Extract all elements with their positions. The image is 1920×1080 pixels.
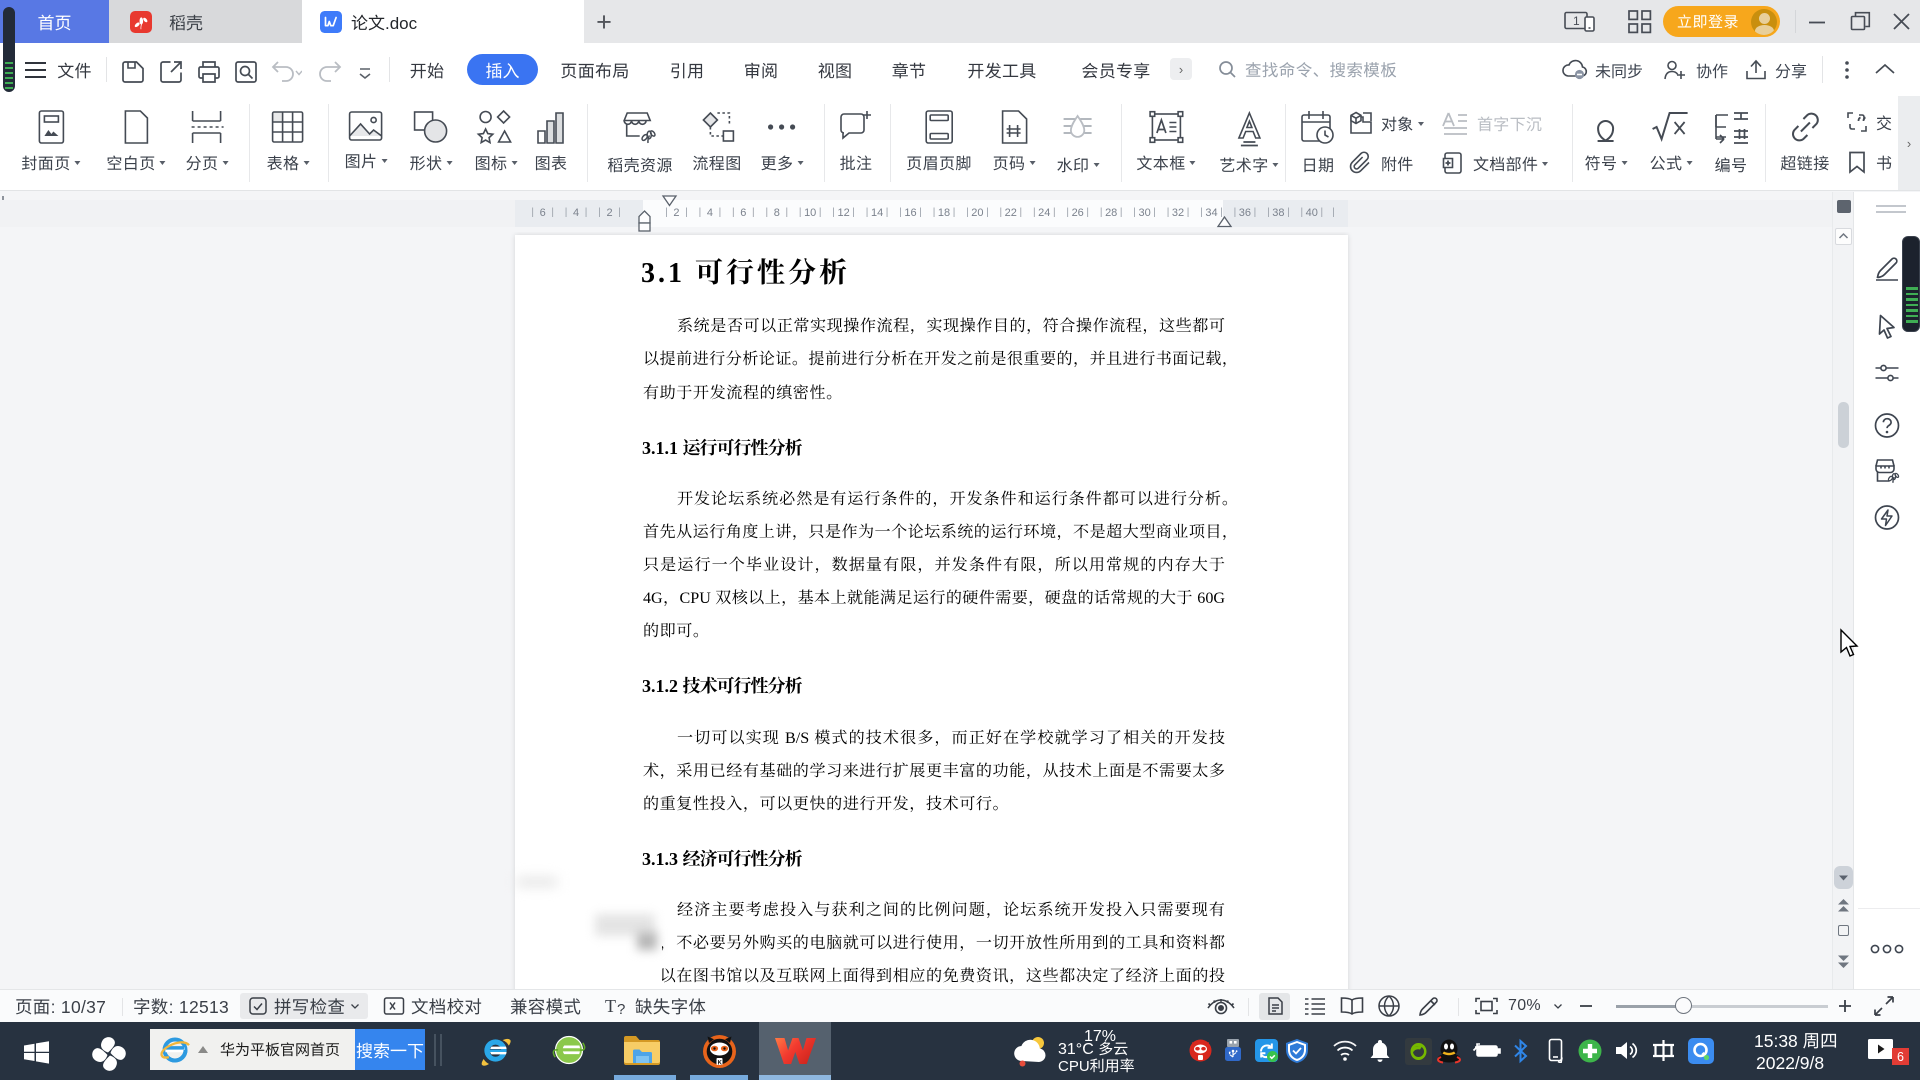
svg-text:1: 1 bbox=[1573, 14, 1580, 28]
svg-text:K: K bbox=[718, 1061, 723, 1067]
svg-text:?: ? bbox=[617, 1001, 626, 1017]
svg-text:T: T bbox=[605, 996, 616, 1016]
